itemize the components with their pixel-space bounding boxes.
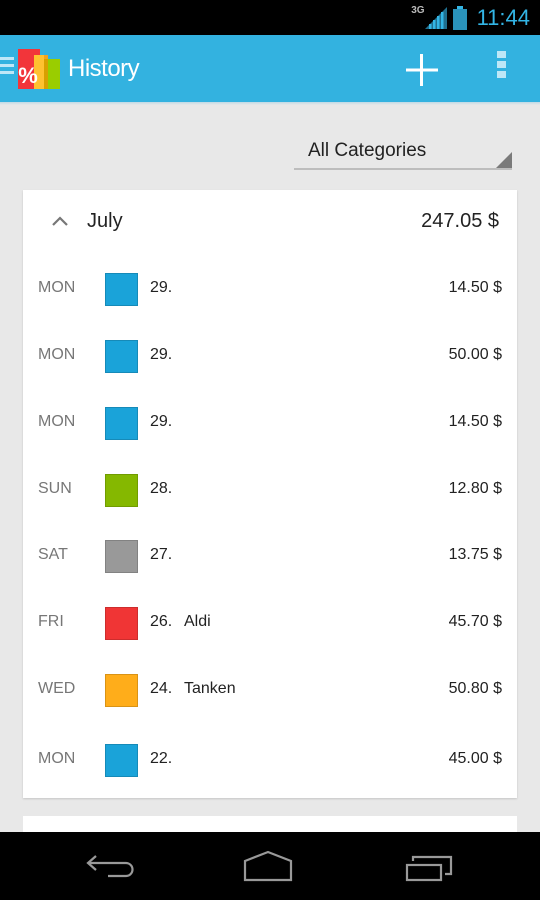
day-of-month: 22. [150,750,173,767]
back-button[interactable] [82,846,142,886]
category-filter-value: All Categories [308,140,427,161]
signal-icon [424,6,447,29]
day-of-week: MON [38,279,76,296]
expense-row[interactable]: SAT 27. 13.75 $ [23,524,517,591]
expense-amount: 45.00 $ [448,750,502,767]
day-of-month: 29. [150,413,173,430]
chevron-up-icon [52,216,68,226]
category-color-swatch [105,674,138,707]
category-color-swatch [105,607,138,640]
expense-amount: 12.80 $ [448,480,502,497]
month-name: July [87,210,123,232]
recents-icon [405,855,453,882]
day-of-month: 29. [150,346,173,363]
category-color-swatch [105,744,138,777]
overflow-menu-icon [486,51,516,78]
day-of-week: SAT [38,546,68,563]
expense-row[interactable]: MON 29. 50.00 $ [23,324,517,391]
battery-icon [452,5,467,30]
dropdown-arrow-icon [496,152,512,168]
back-icon [86,855,134,878]
expense-amount: 13.75 $ [448,546,502,563]
expense-row[interactable]: WED 24. Tanken 50.80 $ [23,658,517,725]
drawer-icon[interactable] [0,57,14,77]
expense-note: Aldi [184,613,211,630]
category-color-swatch [105,407,138,440]
category-color-swatch [105,474,138,507]
day-of-month: 29. [150,279,173,296]
expense-row[interactable]: FRI 26. Aldi 45.70 $ [23,591,517,658]
page-title: History [68,55,140,82]
status-icons: 3G 11:44 [411,0,530,35]
expense-amount: 50.00 $ [448,346,502,363]
day-of-week: MON [38,413,76,430]
month-card: July 247.05 $ MON 29. 14.50 $ MON 29. 50.00 $… [23,190,517,798]
category-filter-dropdown[interactable]: All Categories [294,132,512,170]
month-total: 247.05 $ [421,210,499,232]
expense-row[interactable]: SUN 28. 12.80 $ [23,458,517,525]
expense-amount: 50.80 $ [448,680,502,697]
category-color-swatch [105,540,138,573]
home-icon [243,850,293,882]
month-header[interactable]: July 247.05 $ [23,190,517,254]
day-of-week: SUN [38,480,72,497]
day-of-week: MON [38,346,76,363]
action-bar: % History [0,35,540,105]
expense-note: Tanken [184,680,236,697]
day-of-month: 28. [150,480,173,497]
day-of-week: WED [38,680,76,697]
expense-amount: 14.50 $ [448,413,502,430]
category-color-swatch [105,273,138,306]
expense-amount: 14.50 $ [448,279,502,296]
day-of-month: 24. [150,680,173,697]
network-type: 3G [411,5,425,16]
navigation-bar [0,832,540,900]
expense-row[interactable]: MON 22. 45.00 $ [23,728,517,795]
day-of-week: MON [38,750,76,767]
expense-row[interactable]: MON 29. 14.50 $ [23,391,517,458]
home-button[interactable] [238,846,298,886]
day-of-month: 27. [150,546,173,563]
day-of-month: 26. [150,613,173,630]
status-bar: 3G 11:44 [0,0,540,35]
expense-amount: 45.70 $ [448,613,502,630]
expense-row[interactable]: MON 29. 14.50 $ [23,257,517,324]
category-color-swatch [105,340,138,373]
overflow-menu-button[interactable] [486,51,516,87]
add-button[interactable] [400,50,444,90]
clock: 11:44 [476,4,530,30]
add-icon [406,54,438,86]
svg-text:%: % [18,63,38,88]
day-of-week: FRI [38,613,64,630]
app-logo-icon[interactable]: % [18,47,62,91]
recents-button[interactable] [400,846,460,886]
